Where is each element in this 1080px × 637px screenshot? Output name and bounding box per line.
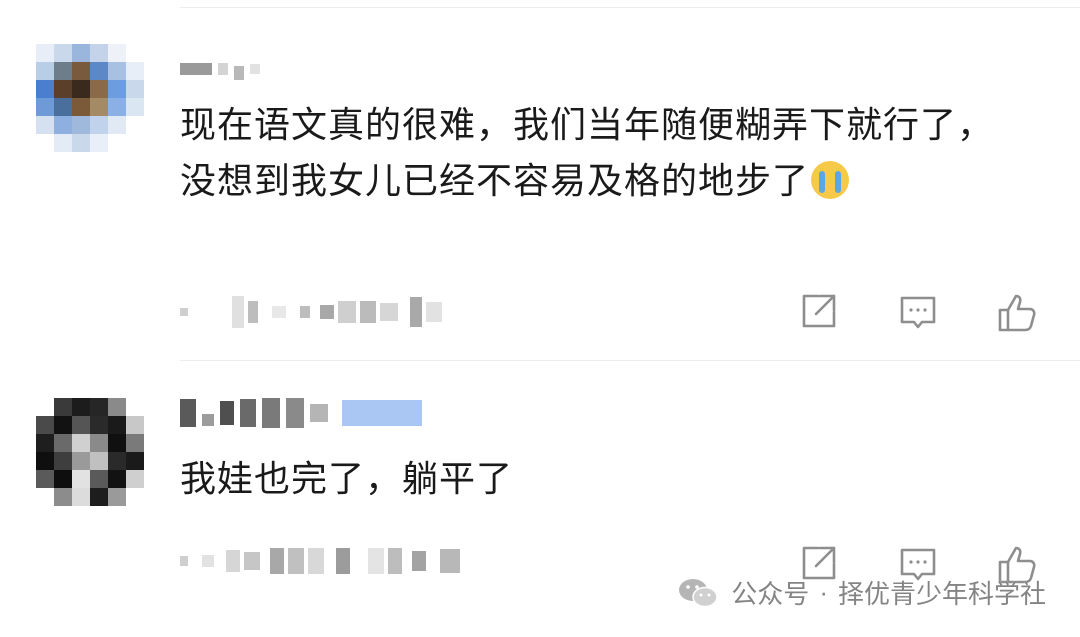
top-divider <box>180 7 1080 8</box>
thumbs-up-icon <box>998 294 1036 332</box>
username-blurred[interactable] <box>180 58 260 80</box>
comment-meta-blurred <box>180 296 442 328</box>
watermark-prefix: 公众号 <box>731 579 810 609</box>
comment-icon <box>900 296 936 329</box>
loudly-crying-face-icon <box>811 161 850 199</box>
watermark: 公众号 · 择优青少年科学社 <box>677 574 1046 611</box>
watermark-account: 择优青少年科学社 <box>837 579 1046 609</box>
comment-divider <box>180 360 1080 361</box>
username-blurred[interactable] <box>180 398 422 428</box>
comment-text: 现在语文真的很难，我们当年随便糊弄下就行了，没想到我女儿已经不容易及格的地步了 <box>180 98 1030 210</box>
comment-meta-blurred <box>180 548 460 574</box>
avatar[interactable] <box>36 44 144 152</box>
reply-button[interactable] <box>896 290 940 334</box>
pixelated-avatar-image <box>36 398 144 506</box>
share-button[interactable] <box>796 290 840 334</box>
badge-blurred <box>342 400 422 426</box>
comment-text-content: 现在语文真的很难，我们当年随便糊弄下就行了，没想到我女儿已经不容易及格的地步了 <box>180 105 995 202</box>
wechat-icon <box>679 578 719 607</box>
comment-text: 我娃也完了，躺平了 <box>180 452 1030 508</box>
watermark-separator: · <box>819 577 828 607</box>
comment-text-content: 我娃也完了，躺平了 <box>180 459 514 500</box>
pixelated-avatar-image <box>36 44 144 152</box>
share-icon <box>802 294 836 328</box>
like-button[interactable] <box>996 290 1040 334</box>
avatar[interactable] <box>36 398 144 506</box>
comment-actions <box>796 290 1040 334</box>
